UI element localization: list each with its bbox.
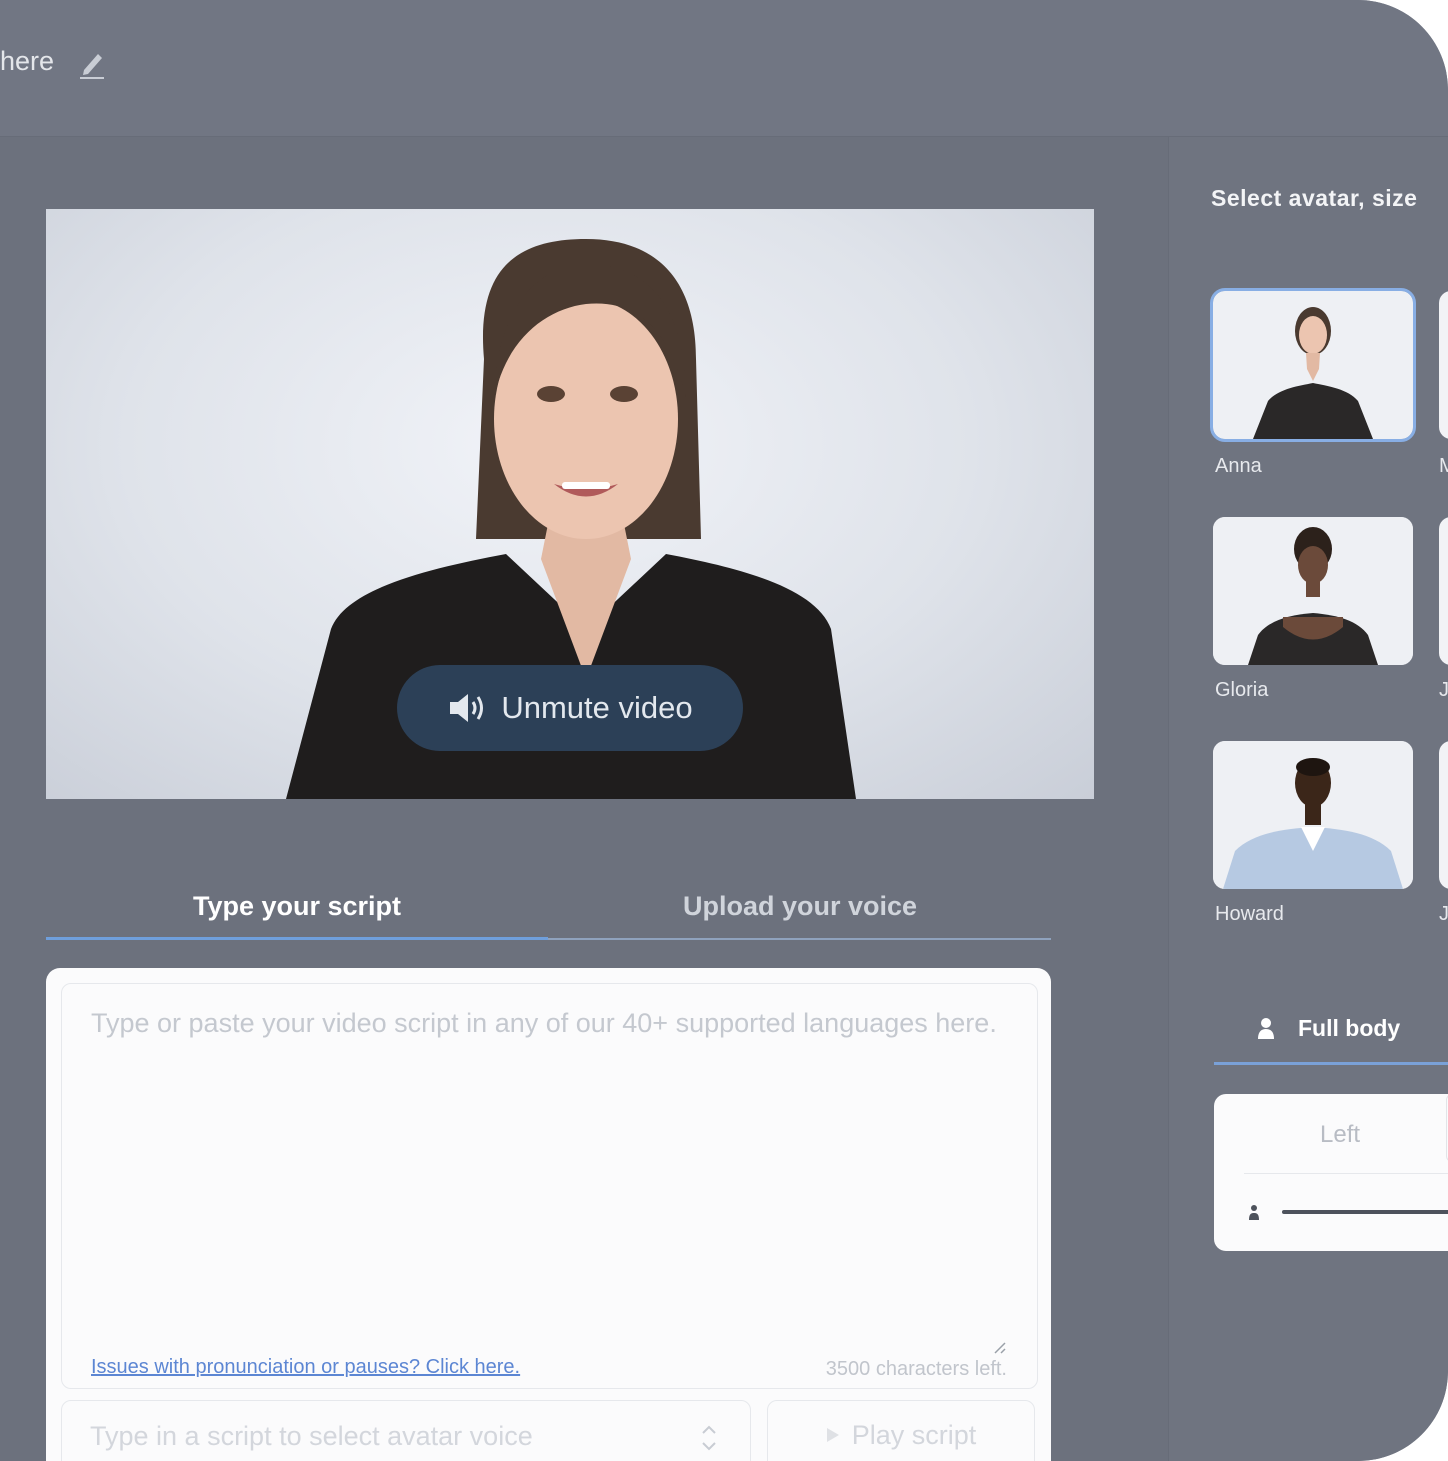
top-bar: here — [0, 0, 1448, 137]
small-person-icon — [1249, 1205, 1259, 1220]
full-body-label: Full body — [1298, 1015, 1401, 1041]
sidebar-title: Select avatar, size — [1211, 185, 1418, 211]
avatar-card-howard[interactable] — [1213, 741, 1413, 889]
avatar-howard-image — [1213, 741, 1413, 889]
pronunciation-help-link[interactable]: Issues with pronunciation or pauses? Cli… — [91, 1356, 520, 1379]
size-tab-indicator — [1214, 1062, 1448, 1065]
video-title[interactable]: here — [0, 46, 54, 77]
avatar-name-howard: Howard — [1215, 903, 1284, 925]
tab-full-body[interactable]: Full body — [1214, 1005, 1448, 1065]
avatar-anna-image — [1213, 291, 1413, 439]
avatar-card-anna[interactable] — [1210, 288, 1416, 442]
avatar-sidebar: Select avatar, size Anna M Gloria J Howa… — [1168, 137, 1448, 1461]
tab-type-script[interactable]: Type your script — [46, 880, 548, 938]
avatar-voice-select[interactable]: Type in a script to select avatar voice — [61, 1400, 751, 1461]
avatar-card-partial-3[interactable] — [1439, 741, 1448, 889]
script-card: Type or paste your video script in any o… — [46, 968, 1051, 1461]
position-card: Left — [1214, 1094, 1448, 1251]
avatar-name-partial-3: J — [1439, 903, 1448, 925]
unmute-video-button[interactable]: Unmute video — [397, 665, 743, 751]
avatar-name-anna: Anna — [1215, 455, 1262, 477]
avatar-name-partial-2: J — [1439, 679, 1448, 701]
tab-upload-voice[interactable]: Upload your voice — [549, 880, 1051, 938]
position-left-option[interactable]: Left — [1320, 1121, 1360, 1149]
unmute-label: Unmute video — [501, 690, 693, 725]
person-icon — [1258, 1018, 1274, 1039]
avatar-card-partial-2[interactable] — [1439, 517, 1448, 665]
script-tabs: Type your script Upload your voice — [46, 880, 1051, 942]
chevron-up-down-icon — [702, 1425, 716, 1451]
speaker-icon — [450, 694, 484, 722]
size-slider[interactable] — [1282, 1210, 1448, 1214]
avatar-card-partial-1[interactable] — [1439, 291, 1448, 439]
app-window: here Unmute video Type your script Uploa… — [0, 0, 1448, 1461]
script-placeholder: Type or paste your video script in any o… — [91, 1008, 997, 1038]
resize-handle-icon[interactable] — [991, 1339, 1007, 1355]
play-script-button[interactable]: Play script — [767, 1400, 1035, 1461]
avatar-card-gloria[interactable] — [1213, 517, 1413, 665]
position-divider — [1244, 1173, 1448, 1174]
avatar-name-gloria: Gloria — [1215, 679, 1269, 701]
avatar-gloria-image — [1213, 517, 1413, 665]
play-icon — [826, 1428, 839, 1442]
characters-left: 3500 characters left. — [825, 1358, 1007, 1380]
script-textarea[interactable]: Type or paste your video script in any o… — [61, 983, 1038, 1389]
active-tab-indicator — [46, 937, 548, 940]
voice-select-placeholder: Type in a script to select avatar voice — [90, 1421, 533, 1451]
edit-pencil-icon[interactable] — [78, 48, 106, 80]
play-script-label: Play script — [851, 1419, 977, 1450]
avatar-name-partial-1: M — [1439, 455, 1448, 477]
